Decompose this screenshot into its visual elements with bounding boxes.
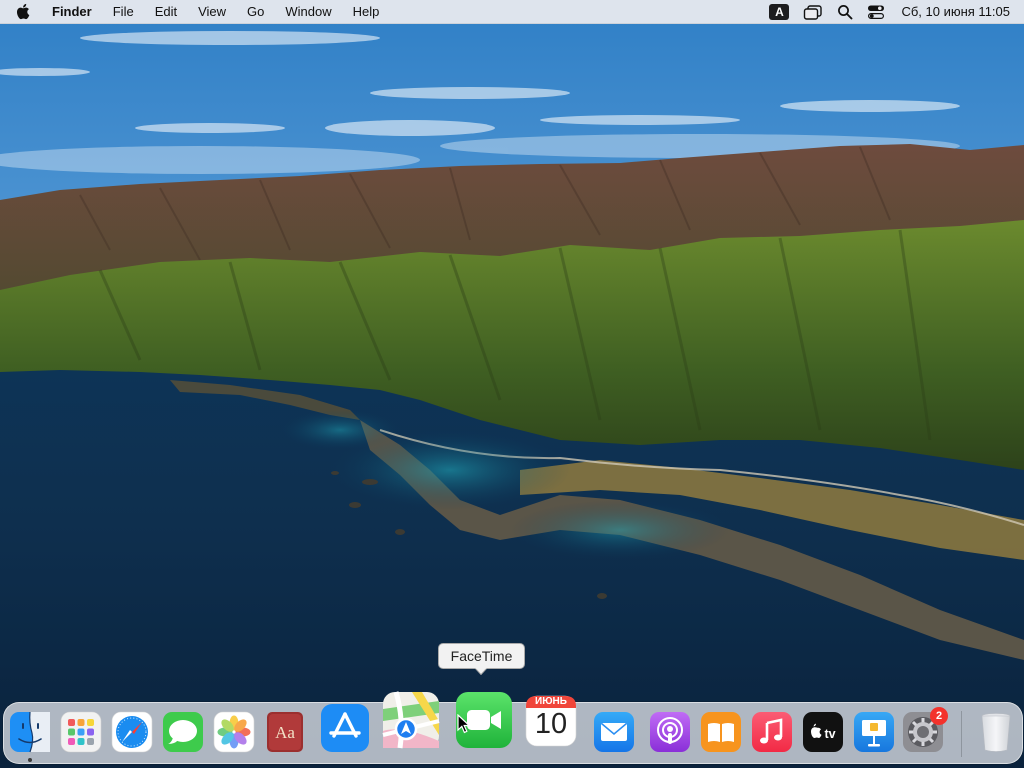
keynote-icon xyxy=(854,712,894,752)
music-icon xyxy=(752,712,792,752)
dock-tooltip-text: FaceTime xyxy=(450,648,513,664)
calendar-day: 10 xyxy=(534,708,568,740)
mail-icon xyxy=(594,712,634,752)
dock-tv[interactable]: tv xyxy=(802,711,844,753)
dock-system-preferences[interactable]: 2 xyxy=(902,707,948,753)
menu-clock[interactable]: Сб, 10 июня 11:05 xyxy=(901,4,1010,19)
dictionary-icon: Aa xyxy=(267,712,303,752)
apple-menu-icon[interactable] xyxy=(16,3,34,21)
menu-app-name[interactable]: Finder xyxy=(52,0,92,24)
menu-go[interactable]: Go xyxy=(247,0,264,24)
dock-podcasts[interactable] xyxy=(649,711,691,753)
spotlight-search-icon[interactable] xyxy=(837,0,853,24)
dock-maps[interactable] xyxy=(382,691,440,749)
photos-icon xyxy=(213,711,255,753)
dock-mail[interactable] xyxy=(593,711,635,753)
safari-icon xyxy=(111,711,153,753)
dock-launchpad[interactable] xyxy=(60,711,102,753)
dock-safari[interactable] xyxy=(111,711,153,753)
podcasts-icon xyxy=(650,712,690,752)
menu-edit[interactable]: Edit xyxy=(155,0,177,24)
dock: Aa ИЮНЬ 10 tv 2 xyxy=(3,691,1023,764)
dictionary-glyph: Aa xyxy=(275,723,295,742)
menu-bar: Finder File Edit View Go Window Help A С… xyxy=(0,0,1024,24)
launchpad-icon xyxy=(60,711,102,753)
system-preferences-badge: 2 xyxy=(930,707,948,725)
dock-books[interactable] xyxy=(700,711,742,753)
menu-help[interactable]: Help xyxy=(353,0,380,24)
books-icon xyxy=(701,712,741,752)
tv-glyph: tv xyxy=(824,727,835,741)
app-store-icon xyxy=(321,704,369,752)
dock-tooltip: FaceTime xyxy=(438,643,525,669)
finder-running-indicator xyxy=(28,758,32,762)
maps-icon xyxy=(382,691,440,749)
input-source-menu[interactable]: A xyxy=(769,0,790,24)
dock-divider xyxy=(961,711,962,757)
mouse-cursor-icon xyxy=(457,714,471,734)
finder-icon xyxy=(10,711,50,753)
input-source-label: A xyxy=(769,3,790,20)
dock-music[interactable] xyxy=(751,711,793,753)
menu-window[interactable]: Window xyxy=(285,0,331,24)
control-center-icon[interactable] xyxy=(867,0,885,24)
dock-trash[interactable] xyxy=(975,711,1017,753)
dock-dictionary[interactable]: Aa xyxy=(264,711,306,753)
dock-messages[interactable] xyxy=(162,711,204,753)
dock-calendar[interactable]: ИЮНЬ 10 xyxy=(525,695,577,747)
menu-view[interactable]: View xyxy=(198,0,226,24)
dock-photos[interactable] xyxy=(213,711,255,753)
dock-app-store[interactable] xyxy=(320,703,370,753)
messages-icon xyxy=(163,712,203,752)
screen-mirroring-icon[interactable] xyxy=(803,0,823,24)
tv-icon: tv xyxy=(803,712,843,752)
menu-file[interactable]: File xyxy=(113,0,134,24)
dock-tooltip-pointer xyxy=(475,668,487,675)
trash-icon xyxy=(981,713,1011,752)
dock-finder[interactable] xyxy=(9,711,51,753)
dock-keynote[interactable] xyxy=(853,711,895,753)
